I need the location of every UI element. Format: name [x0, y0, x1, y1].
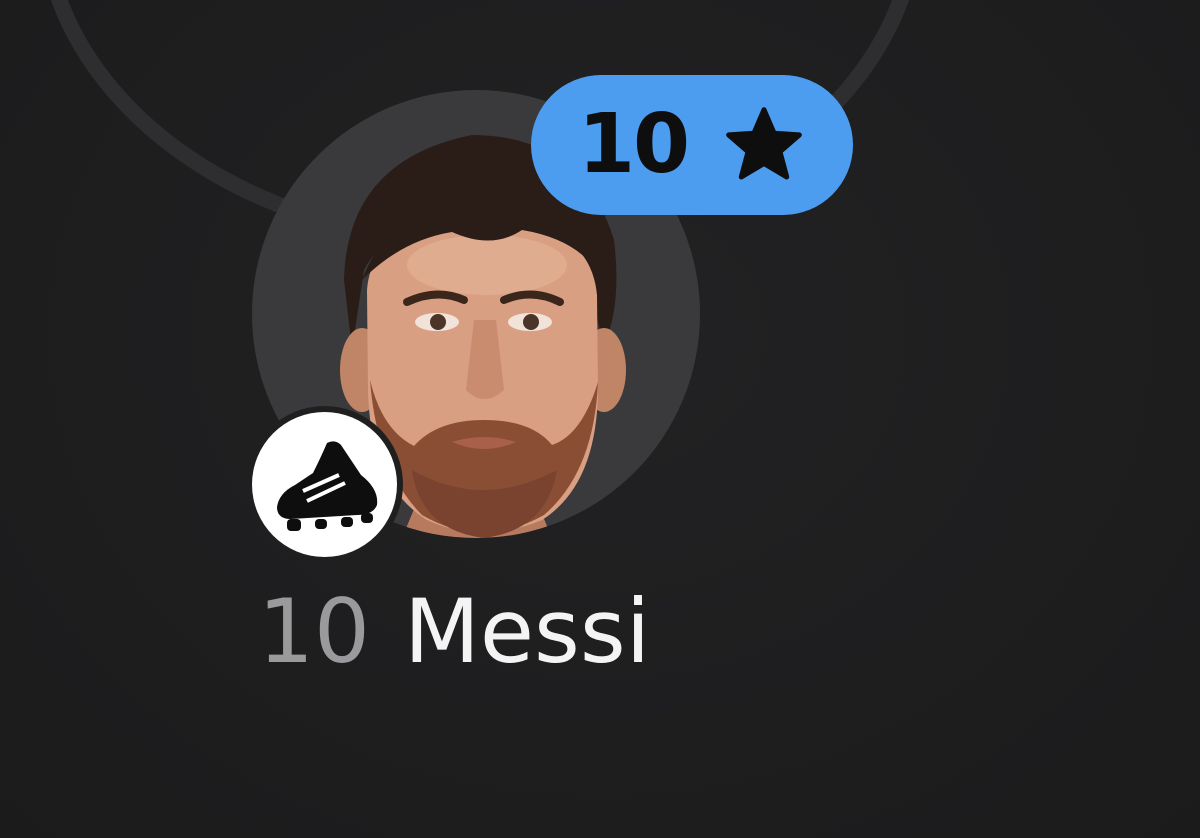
- star-icon: [726, 107, 802, 180]
- shirt-number: 10: [258, 580, 370, 683]
- player-label[interactable]: 10 Messi: [258, 588, 650, 688]
- player-card-screen: 10 10 Messi: [0, 0, 1200, 838]
- rating-badge[interactable]: 10: [531, 75, 853, 215]
- rating-value: 10: [577, 97, 690, 192]
- football-boot-icon: [276, 440, 377, 531]
- player-name: Messi: [403, 580, 651, 683]
- position-badge: [252, 412, 397, 557]
